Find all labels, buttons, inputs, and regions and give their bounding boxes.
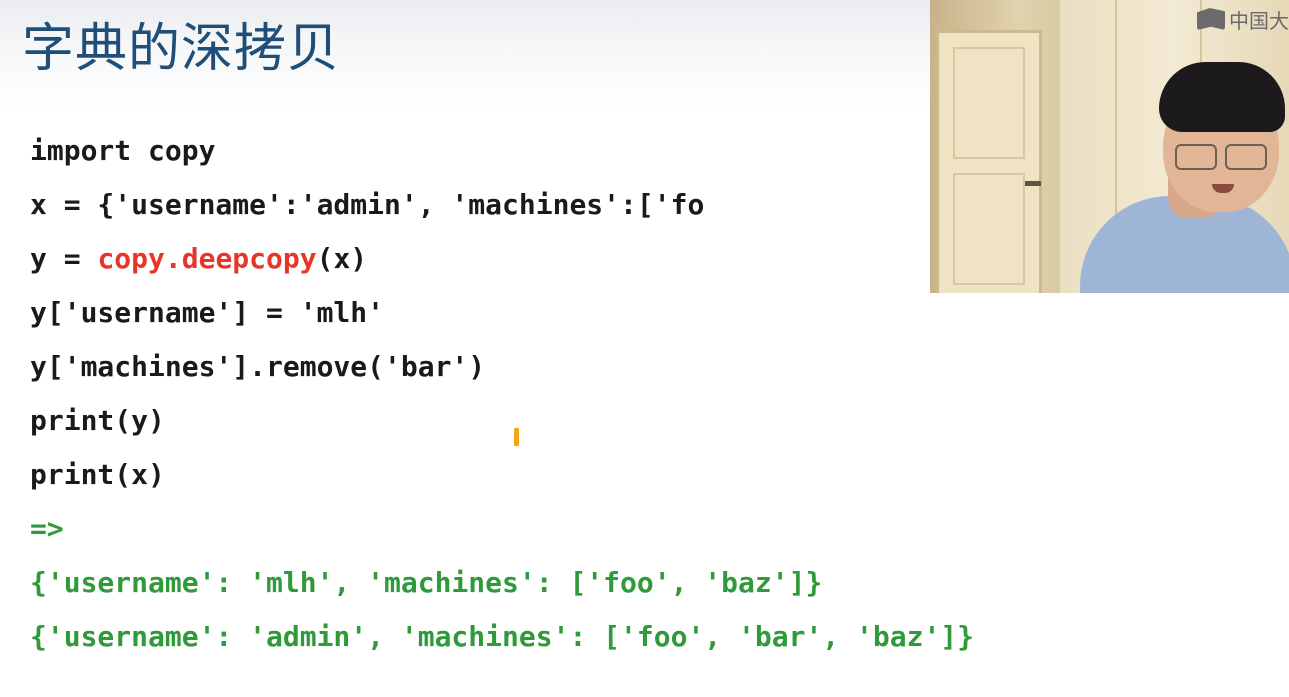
code-block: import copy x = {'username':'admin', 'ma… [30,124,974,664]
code-line-print-y: print(y) [30,404,165,437]
watermark: 中国大 [1197,4,1289,34]
code-token: (x) [316,242,368,275]
output-line-x: {'username': 'admin', 'machines': ['foo'… [30,620,975,653]
code-line-import: import copy [30,134,216,167]
presenter-hair [1159,62,1285,132]
output-arrow: => [30,512,64,545]
code-line-username-set: y['username'] = 'mlh' [30,296,385,329]
door-panel [953,47,1025,159]
video-door [936,30,1042,293]
glasses-icon [1225,144,1267,170]
text-cursor-icon [514,428,519,446]
slide: 字典的深拷贝 import copy x = {'username':'admi… [0,0,1289,697]
code-line-x-assign: x = {'username':'admin', 'machines':['fo [30,188,705,221]
book-logo-icon [1197,8,1225,30]
slide-title: 字典的深拷贝 [22,19,341,79]
code-line-remove: y['machines'].remove('bar') [30,350,486,383]
code-highlight-deepcopy: copy.deepcopy [97,242,317,275]
door-panel [953,173,1025,285]
code-token: y = [30,242,98,275]
glasses-icon [1175,144,1217,170]
output-line-y: {'username': 'mlh', 'machines': ['foo', … [30,566,823,599]
code-line-print-x: print(x) [30,458,165,491]
watermark-text: 中国大 [1229,8,1289,33]
code-line-y-assign: y = copy.deepcopy(x) [30,232,974,286]
presenter-video: 中国大 [930,0,1289,293]
door-handle [1025,181,1041,186]
